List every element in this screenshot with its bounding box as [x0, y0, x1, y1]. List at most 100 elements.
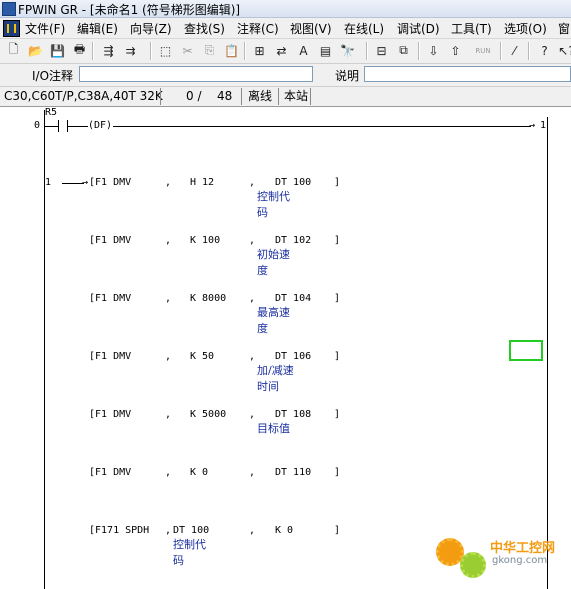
operand[interactable]: K 50	[190, 351, 214, 362]
syntax-mark[interactable]: ]	[334, 525, 340, 536]
syntax-mark[interactable]: ]	[334, 467, 340, 478]
menu-bar: 文件(F) 编辑(E) 向导(Z) 查找(S) 注释(C) 视图(V) 在线(L…	[0, 18, 571, 39]
plc-read-icon[interactable]: ⇩	[424, 41, 443, 60]
operand[interactable]: K 8000	[190, 293, 226, 304]
operand[interactable]: K 0	[275, 525, 293, 536]
operand[interactable]: K 5000	[190, 409, 226, 420]
syntax-mark[interactable]: ]	[334, 293, 340, 304]
help-icon[interactable]: ?	[535, 41, 554, 60]
watermark: 中华工控网 gkong.com	[436, 538, 571, 588]
open-folder-icon[interactable]: 📂	[26, 41, 45, 60]
ladder-block-icon[interactable]: ⊞	[250, 41, 269, 60]
operand[interactable]: DT 108	[275, 409, 311, 420]
print-icon[interactable]: 🖶	[70, 41, 89, 60]
menu-online[interactable]: 在线(L)	[342, 20, 386, 37]
operand[interactable]: DT 104	[275, 293, 311, 304]
instruction[interactable]: [F1 DMV	[89, 351, 131, 362]
total-steps: 48	[217, 89, 233, 103]
syntax-mark[interactable]: ,	[165, 467, 171, 478]
jump-number: 1	[540, 120, 547, 131]
io-comment-input[interactable]	[79, 66, 313, 82]
step-count: 0 /	[186, 89, 202, 103]
arrow-right-icon: →	[529, 120, 536, 131]
syntax-mark[interactable]: ,	[249, 351, 255, 362]
title-bar: FPWIN GR - [未命名1 (符号梯形图编辑)]	[0, 0, 571, 18]
paste-icon[interactable]: 📋	[222, 41, 241, 60]
online-icon[interactable]: ⧉	[394, 41, 413, 60]
operand[interactable]: K 0	[190, 467, 208, 478]
ladder-editor[interactable]: R5 0 (DF) → 1 1 → [F1 DMV, H 12, DT 100] 控制…	[0, 107, 571, 589]
operand-comment: 初始速度	[257, 248, 290, 277]
column-icon[interactable]: ▤	[316, 41, 335, 60]
instruction[interactable]: [F1 DMV	[89, 293, 131, 304]
monitor-alt-icon[interactable]: ⇉	[121, 41, 140, 60]
syntax-mark[interactable]: ,	[249, 235, 255, 246]
convert-icon[interactable]: ⇄	[272, 41, 291, 60]
syntax-mark[interactable]: ,	[165, 351, 171, 362]
divider	[310, 88, 311, 105]
instruction[interactable]: [F1 DMV	[89, 235, 131, 246]
syntax-mark[interactable]: ,	[165, 293, 171, 304]
watermark-brand: 中华工控网	[490, 541, 556, 556]
menu-debug[interactable]: 调试(D)	[395, 20, 442, 37]
toolbar-separator	[500, 42, 502, 60]
operand[interactable]: DT 106	[275, 351, 311, 362]
description-input[interactable]	[364, 66, 571, 82]
rung-number: 0	[34, 120, 41, 131]
cut-icon[interactable]: ✂	[178, 41, 197, 60]
stop-icon[interactable]: ⁄	[505, 41, 524, 60]
instruction[interactable]: [F1 DMV	[89, 177, 131, 188]
ladder-view-icon[interactable]: ⊟	[372, 41, 391, 60]
syntax-mark[interactable]: ,	[249, 293, 255, 304]
edit-cursor[interactable]	[509, 340, 543, 361]
operand[interactable]: K 100	[190, 235, 220, 246]
syntax-mark[interactable]: ,	[249, 177, 255, 188]
menu-tools[interactable]: 工具(T)	[449, 20, 494, 37]
df-instruction[interactable]: (DF)	[88, 120, 112, 131]
menu-view[interactable]: 视图(V)	[288, 20, 334, 37]
menu-wizard[interactable]: 向导(Z)	[128, 20, 174, 37]
menu-find[interactable]: 查找(S)	[182, 20, 227, 37]
new-file-icon[interactable]: 🗋	[4, 41, 23, 60]
document-icon[interactable]	[3, 20, 20, 37]
syntax-mark[interactable]: ,	[165, 235, 171, 246]
syntax-mark[interactable]: ,	[249, 525, 255, 536]
syntax-mark[interactable]: ]	[334, 409, 340, 420]
operand[interactable]: DT 100	[173, 525, 209, 536]
select-icon[interactable]: ⬚	[156, 41, 175, 60]
find-icon[interactable]: 🔭	[338, 41, 357, 60]
menu-options[interactable]: 选项(O)	[502, 20, 549, 37]
text-icon[interactable]: A	[294, 41, 313, 60]
divider	[241, 88, 242, 105]
contact-left[interactable]	[58, 120, 59, 132]
instruction[interactable]: [F1 DMV	[89, 467, 131, 478]
menu-file[interactable]: 文件(F)	[23, 20, 67, 37]
run-icon[interactable]: RUN	[470, 41, 496, 60]
syntax-mark[interactable]: ]	[334, 235, 340, 246]
operand[interactable]: DT 102	[275, 235, 311, 246]
plc-write-icon[interactable]: ⇧	[446, 41, 465, 60]
syntax-mark[interactable]: ,	[249, 409, 255, 420]
operand-comment: 最高速度	[257, 306, 290, 335]
monitor-icon[interactable]: ⇶	[99, 41, 118, 60]
syntax-mark[interactable]: ,	[249, 467, 255, 478]
gear-icon	[460, 552, 486, 578]
copy-icon[interactable]: ⎘	[200, 41, 219, 60]
operand[interactable]: DT 110	[275, 467, 311, 478]
app-icon	[2, 2, 16, 16]
divider	[278, 88, 279, 105]
save-icon[interactable]: 💾	[48, 41, 67, 60]
syntax-mark[interactable]: ]	[334, 351, 340, 362]
instruction[interactable]: [F171 SPDH	[89, 525, 149, 536]
operand[interactable]: H 12	[190, 177, 214, 188]
menu-edit[interactable]: 编辑(E)	[75, 20, 120, 37]
syntax-mark[interactable]: ,	[165, 525, 171, 536]
operand[interactable]: DT 100	[275, 177, 311, 188]
menu-window[interactable]: 窗	[556, 20, 571, 37]
instruction[interactable]: [F1 DMV	[89, 409, 131, 420]
menu-comment[interactable]: 注释(C)	[235, 20, 281, 37]
syntax-mark[interactable]: ,	[165, 409, 171, 420]
syntax-mark[interactable]: ]	[334, 177, 340, 188]
context-help-icon[interactable]: ↖?	[557, 41, 571, 60]
syntax-mark[interactable]: ,	[165, 177, 171, 188]
